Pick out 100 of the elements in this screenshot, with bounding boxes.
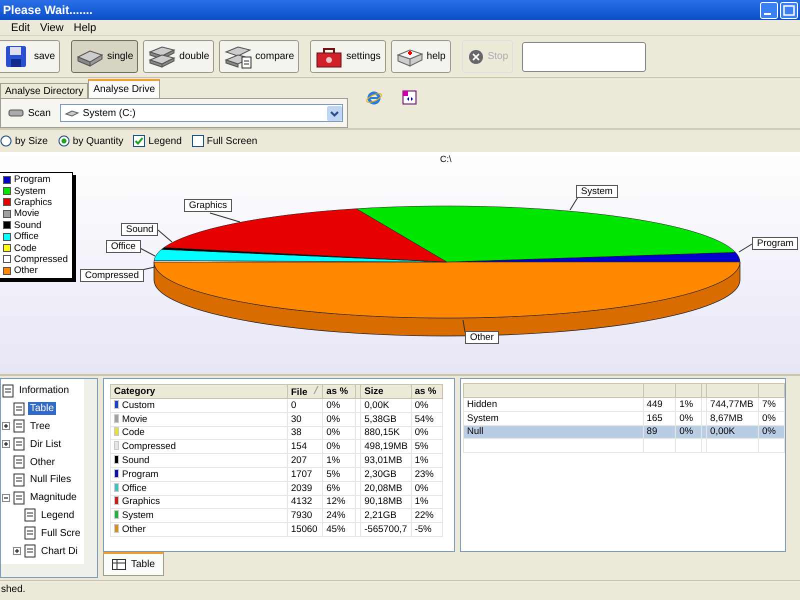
tree-item[interactable]: Full Scre	[39, 526, 82, 540]
table-row[interactable]: System 165 0% 8,67MB 0%	[464, 411, 784, 426]
radio-button[interactable]	[58, 135, 70, 147]
minimize-button[interactable]	[760, 2, 778, 18]
table-cell: 207	[288, 454, 323, 468]
table-cell: 1%	[322, 454, 356, 468]
tree-item[interactable]: Other	[28, 456, 58, 469]
column-header[interactable]: as %	[411, 384, 442, 398]
single-button[interactable]: single	[71, 40, 138, 73]
slice-label: Office	[106, 240, 141, 253]
legend-label: System	[14, 186, 46, 197]
tree-item[interactable]: Tree	[28, 420, 52, 433]
tree-item[interactable]: Null Files	[28, 473, 74, 486]
table-cell: 22%	[411, 508, 442, 523]
chart-title: C:\	[440, 154, 452, 164]
document-icon	[12, 472, 26, 487]
table-cell: 89	[643, 425, 676, 439]
legend-label: Office	[14, 231, 39, 242]
tab[interactable]: Analyse Directory	[0, 83, 88, 98]
help-button[interactable]: help	[390, 40, 451, 73]
tree-item[interactable]: Information	[17, 384, 72, 398]
expand-icon[interactable]	[2, 440, 10, 448]
table-cell: 1%	[676, 398, 702, 412]
tab[interactable]: Table	[103, 552, 164, 576]
tree-item[interactable]: Table	[28, 402, 56, 416]
category-label: Compressed	[122, 441, 176, 452]
table-cell: 1%	[411, 495, 442, 509]
maximize-button[interactable]	[780, 2, 798, 18]
option-label: Full Screen	[206, 136, 258, 146]
status-text: shed.	[1, 584, 26, 595]
table-cell: 2,21GB	[360, 508, 412, 523]
table-row[interactable]: Hidden 449 1% 744,77MB 7%	[464, 398, 784, 412]
tree-item[interactable]: Chart Di	[39, 544, 80, 558]
tree-item[interactable]: Legend	[39, 508, 76, 522]
legend-label: Sound	[14, 220, 42, 231]
table-cell: 38	[288, 426, 323, 440]
input-field[interactable]	[522, 42, 646, 72]
table-cell: 2039	[288, 481, 323, 496]
category-label: Sound	[122, 455, 150, 466]
page-arrows-icon[interactable]	[402, 90, 417, 105]
table-cell: 0%	[411, 481, 442, 496]
table-cell: 0,00K	[706, 425, 759, 439]
table-cell: 8,67MB	[706, 411, 759, 426]
globe-icon[interactable]	[366, 90, 382, 106]
category-label: Movie	[122, 414, 148, 425]
table-cell: 165	[643, 411, 676, 426]
table-cell: -5%	[411, 522, 442, 536]
tree-item[interactable]: Dir List	[28, 438, 64, 451]
document-icon	[12, 402, 26, 416]
table-cell: 154	[288, 440, 323, 454]
table-cell: 54%	[411, 412, 442, 426]
legend-label: Other	[14, 265, 38, 276]
legend-label: Graphics	[14, 196, 52, 208]
table-cell: 449	[643, 398, 676, 412]
document-icon	[12, 455, 26, 470]
tab[interactable]: Analyse Drive	[88, 79, 160, 98]
option-label: by Size	[15, 136, 48, 146]
option-label: Legend	[148, 136, 182, 146]
table-cell: 6%	[322, 481, 356, 496]
column-header[interactable]: Size	[360, 384, 412, 398]
scrollbar[interactable]	[84, 379, 97, 565]
menu-item[interactable]: Edit	[6, 22, 35, 34]
column-header[interactable]: as %	[322, 384, 356, 398]
document-icon	[12, 437, 26, 452]
checkbox[interactable]	[192, 135, 204, 147]
tree-item[interactable]: Magnitude	[28, 491, 79, 504]
legend-label: Code	[14, 242, 37, 254]
table-cell: 0%	[322, 412, 356, 426]
table-cell: 880,15K	[360, 426, 412, 440]
double-button[interactable]: double	[143, 40, 214, 73]
table-row[interactable]: Null 89 0% 0,00K 0%	[464, 425, 784, 439]
scan-button[interactable]: Scan	[5, 106, 54, 120]
compare-button[interactable]: compare	[219, 40, 300, 73]
slice-label: Sound	[121, 223, 158, 236]
column-header[interactable]: Category	[110, 384, 288, 398]
menu-item[interactable]: View	[34, 22, 69, 34]
save-button[interactable]: save	[0, 40, 60, 73]
radio-button[interactable]	[0, 135, 12, 147]
drive-dropdown[interactable]: System (C:)	[60, 104, 343, 122]
table-icon	[112, 559, 126, 570]
table-cell: 0%	[322, 398, 356, 412]
slice-label: System	[576, 185, 618, 198]
table-cell: 1%	[411, 454, 442, 468]
table-cell: 20,08MB	[360, 481, 412, 496]
leader-line	[158, 230, 172, 242]
scrollbar[interactable]	[1, 564, 97, 577]
category-label: Other	[122, 524, 146, 536]
column-header[interactable]: File	[288, 384, 323, 398]
table-cell: 2,30GB	[360, 467, 412, 482]
checkbox[interactable]	[133, 135, 146, 147]
expand-icon[interactable]	[2, 422, 10, 430]
document-icon	[23, 526, 37, 540]
collapse-icon[interactable]	[2, 494, 10, 502]
table-cell: 0,00K	[360, 398, 412, 412]
menu-item[interactable]: Help	[68, 22, 102, 34]
table-cell: 90,18MB	[360, 495, 412, 509]
expand-icon[interactable]	[13, 547, 21, 556]
settings-button[interactable]: settings	[310, 40, 386, 73]
table-cell: 24%	[322, 508, 356, 523]
table-cell: 7%	[758, 398, 784, 412]
